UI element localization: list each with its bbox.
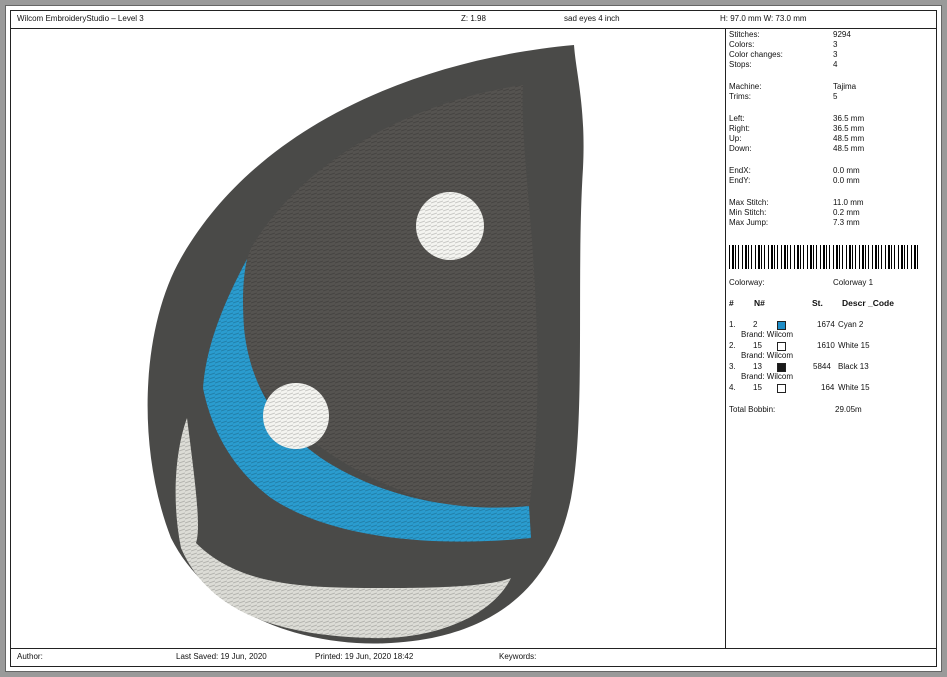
- stat-row: Max Stitch: 11.0 mm: [729, 198, 864, 207]
- design-preview: [11, 28, 725, 649]
- stat-row: Up: 48.5 mm: [729, 134, 865, 143]
- app-title: Wilcom EmbroideryStudio – Level 3: [17, 14, 144, 23]
- col-header-description: Descr _Code: [842, 298, 894, 308]
- color-row: 4. 15 164 White 15: [729, 383, 870, 393]
- panel-divider: [725, 28, 726, 649]
- stat-row: Machine: Tajima: [729, 82, 857, 91]
- header-bar: Wilcom EmbroideryStudio – Level 3 Z: 1.9…: [11, 11, 936, 29]
- col-header-stitches: St.: [812, 298, 823, 308]
- color-row: 3. 13 5844 Black 13 Brand: Wilcom: [729, 362, 869, 381]
- stat-row: Color changes: 3: [729, 50, 838, 59]
- design-name: sad eyes 4 inch: [564, 14, 620, 23]
- stat-row: Stops: 4: [729, 60, 838, 69]
- stats-panel: Stitches: 9294 Colors: 3 Color changes: 3 S…: [729, 30, 934, 645]
- print-preview-sheet: Wilcom EmbroideryStudio – Level 3 Z: 1.9…: [5, 5, 942, 672]
- color-row: 2. 15 1610 White 15 Brand: Wilcom: [729, 341, 870, 360]
- page-frame: Wilcom EmbroideryStudio – Level 3 Z: 1.9…: [10, 10, 937, 667]
- author-label: Author:: [17, 652, 43, 661]
- zoom-level: Z: 1.98: [461, 14, 486, 23]
- stat-row: Left: 36.5 mm: [729, 114, 865, 123]
- last-saved: Last Saved: 19 Jun, 2020: [176, 652, 267, 661]
- keywords-label: Keywords:: [499, 652, 537, 661]
- stat-row: EndY: 0.0 mm: [729, 176, 860, 185]
- stat-row: Down: 48.5 mm: [729, 144, 865, 153]
- col-header-number: N#: [754, 298, 765, 308]
- total-bobbin-row: Total Bobbin: 29.05m: [729, 405, 862, 414]
- stat-row: Colors: 3: [729, 40, 838, 49]
- stat-row: EndX: 0.0 mm: [729, 166, 860, 175]
- stat-row: Stitches: 9294: [729, 30, 851, 39]
- barcode: [729, 245, 919, 269]
- design-size: H: 97.0 mm W: 73.0 mm: [720, 14, 807, 23]
- embroidery-design: [147, 45, 584, 644]
- stat-row: Max Jump: 7.3 mm: [729, 218, 860, 227]
- color-row: 1. 2 1674 Cyan 2 Brand: Wilcom: [729, 320, 864, 339]
- color-swatch: [777, 342, 786, 351]
- stat-row: Min Stitch: 0.2 mm: [729, 208, 860, 217]
- color-swatch: [777, 384, 786, 393]
- footer-bar: Author: Last Saved: 19 Jun, 2020 Printed…: [11, 648, 936, 666]
- stat-row: Right: 36.5 mm: [729, 124, 865, 133]
- stat-row: Trims: 5: [729, 92, 838, 101]
- printed-date: Printed: 19 Jun, 2020 18:42: [315, 652, 414, 661]
- color-swatch: [777, 363, 786, 372]
- color-swatch: [777, 321, 786, 330]
- col-header-index: #: [729, 298, 734, 308]
- colorway-row: Colorway: Colorway 1: [729, 278, 874, 287]
